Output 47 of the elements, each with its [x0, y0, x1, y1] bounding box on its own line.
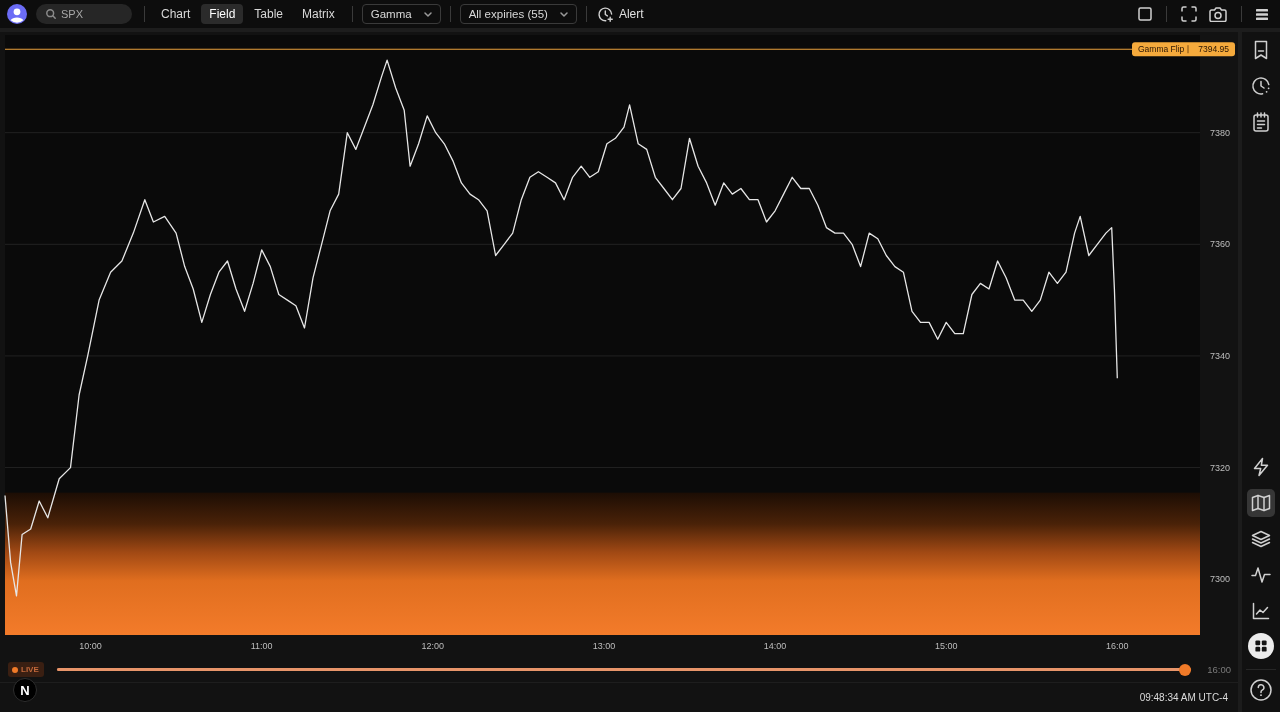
expiry-dropdown[interactable]: All expiries (55)	[459, 4, 577, 24]
map-icon	[1251, 494, 1271, 512]
clock-time: 09:48:34 AM UTC-4	[1139, 692, 1228, 703]
timeline-thumb[interactable]	[1179, 663, 1192, 676]
search-field[interactable]: SPX	[36, 4, 132, 24]
lightning-icon	[1252, 457, 1270, 477]
pulse-icon	[1251, 566, 1271, 584]
view-tab[interactable]: Table	[246, 4, 292, 24]
map-button[interactable]	[1247, 489, 1275, 517]
x-axis-label: 16:00	[1106, 641, 1129, 651]
layers-icon	[1251, 530, 1271, 548]
camera-icon[interactable]	[1209, 6, 1227, 22]
caret-icon	[423, 11, 432, 17]
y-axis-label: 7340	[1209, 350, 1230, 361]
fullscreen-icon[interactable]	[1181, 6, 1197, 22]
square-icon[interactable]	[1138, 7, 1152, 21]
alert-button[interactable]: Alert	[595, 6, 644, 22]
menu-icon[interactable]	[1256, 8, 1268, 20]
y-axis-label: 7360	[1209, 239, 1230, 250]
gamma-flip-value: 7394.95	[1198, 44, 1229, 55]
bookmark-icon	[1253, 40, 1269, 60]
x-axis-label: 13:00	[592, 641, 616, 651]
x-axis-label: 12:00	[421, 641, 445, 651]
view-tab[interactable]: Chart	[153, 4, 199, 24]
y-axis-label: 7300	[1209, 574, 1230, 585]
avatar-icon[interactable]	[7, 4, 27, 24]
caret-icon	[559, 11, 568, 17]
search-icon	[46, 9, 56, 19]
mode-dropdown[interactable]: Gamma	[361, 4, 441, 24]
x-axis-label: 11:00	[250, 641, 273, 651]
x-axis-label: 14:00	[763, 641, 787, 651]
notepad-icon	[1252, 112, 1270, 132]
live-button[interactable]: LIVE	[8, 662, 44, 677]
help-icon[interactable]	[1250, 679, 1272, 701]
alarm-clock-icon	[597, 6, 613, 22]
gamma-flip-label: Gamma Flip	[1138, 44, 1185, 55]
grid-icon[interactable]	[1248, 633, 1274, 659]
y-axis-label: 7380	[1209, 127, 1230, 138]
y-axis-label: 7320	[1209, 462, 1230, 473]
x-axis-label: 15:00	[934, 641, 958, 651]
view-tab[interactable]: Field	[201, 4, 244, 24]
line-chart-icon	[1252, 602, 1270, 620]
timeline-end-time: 16:00	[1207, 664, 1231, 675]
x-axis-label: 10:00	[79, 641, 102, 651]
live-dot-icon	[12, 666, 18, 673]
view-tab[interactable]: Matrix	[294, 4, 343, 24]
clock-icon	[1251, 76, 1271, 96]
